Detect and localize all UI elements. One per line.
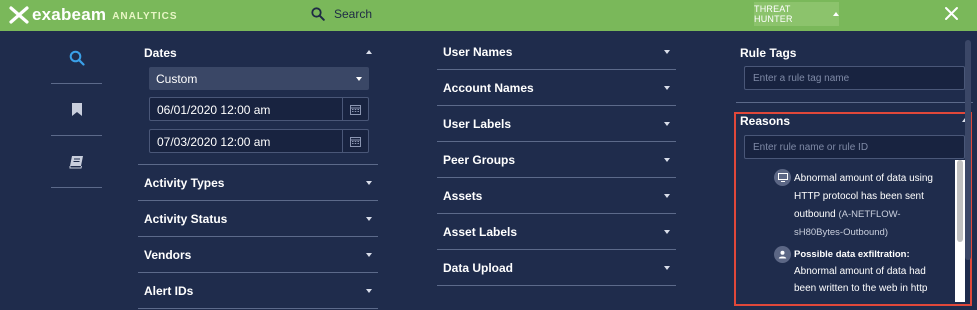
- chevron-down-icon: [664, 266, 670, 270]
- reason-name-end: outbound: [794, 209, 836, 220]
- close-icon[interactable]: [944, 6, 959, 21]
- section-label: Data Upload: [443, 260, 514, 275]
- section-label: Vendors: [144, 247, 192, 262]
- section-label: Alert IDs: [144, 283, 194, 298]
- reason-list: Abnormal amount of data using HTTP proto…: [744, 160, 966, 302]
- logo[interactable]: exabeam ANALYTICS: [8, 5, 178, 25]
- end-date-field[interactable]: 07/03/2020 12:00 am: [149, 129, 369, 153]
- section-vendors[interactable]: Vendors: [138, 237, 378, 273]
- section-user-labels[interactable]: User Labels: [437, 106, 676, 142]
- chevron-down-icon: [664, 122, 670, 126]
- calendar-icon[interactable]: [342, 130, 368, 152]
- chevron-down-icon: [664, 86, 670, 90]
- chevron-down-icon: [366, 289, 372, 293]
- reason-rule-id: sH80Bytes-Outbound): [794, 227, 888, 238]
- end-date-value: 07/03/2020 12:00 am: [157, 135, 271, 149]
- start-date-value: 06/01/2020 12:00 am: [157, 103, 271, 117]
- reason-rule-id: (A-NETFLOW-: [838, 209, 901, 220]
- section-label: Assets: [443, 188, 483, 203]
- rule-tags-title[interactable]: Rule Tags: [740, 46, 796, 60]
- reasons-title[interactable]: Reasons: [740, 114, 790, 128]
- section-asset-labels[interactable]: Asset Labels: [437, 214, 676, 250]
- start-date-field[interactable]: 06/01/2020 12:00 am: [149, 97, 369, 121]
- reason-search-input[interactable]: [744, 135, 965, 159]
- date-range-select[interactable]: Custom: [149, 67, 369, 90]
- collapse-icon[interactable]: [366, 50, 372, 54]
- search-label[interactable]: Search: [334, 7, 372, 21]
- list-item[interactable]: Abnormal amount of data using HTTP proto…: [794, 170, 966, 242]
- section-user-names[interactable]: User Names: [437, 34, 676, 70]
- panel-scrollbar[interactable]: [965, 40, 971, 260]
- section-label: Asset Labels: [443, 224, 518, 239]
- top-bar: exabeam ANALYTICS Search THREAT HUNTER: [0, 0, 977, 31]
- brand-name: exabeam: [32, 5, 107, 24]
- bookmark-icon: [71, 103, 82, 116]
- section-activity-types[interactable]: Activity Types: [138, 165, 378, 201]
- exabeam-logo-icon: [9, 6, 29, 24]
- search-icon: [69, 50, 85, 66]
- reason-search-field[interactable]: [745, 136, 964, 158]
- rule-tag-input[interactable]: [744, 66, 965, 90]
- reason-body-line: been written to the web in http: [794, 283, 928, 294]
- reason-body-line: Abnormal amount of data had: [794, 266, 926, 277]
- reason-name-line: HTTP protocol has been sent: [794, 191, 924, 202]
- reason-title: Possible data exfiltration:: [794, 249, 910, 260]
- chevron-down-icon: [664, 194, 670, 198]
- book-icon: [69, 155, 83, 168]
- section-alert-ids[interactable]: Alert IDs: [138, 273, 378, 309]
- chevron-down-icon: [356, 77, 362, 81]
- section-label: Activity Status: [144, 211, 228, 226]
- brand-subtitle: ANALYTICS: [112, 11, 178, 22]
- rule-tag-field[interactable]: [745, 67, 964, 89]
- calendar-icon[interactable]: [342, 98, 368, 120]
- reason-scrollbar-thumb[interactable]: [957, 160, 963, 242]
- chevron-down-icon: [664, 50, 670, 54]
- section-assets[interactable]: Assets: [437, 178, 676, 214]
- dates-title[interactable]: Dates: [144, 46, 177, 60]
- reason-name-line: Abnormal amount of data using: [794, 173, 933, 184]
- section-activity-status[interactable]: Activity Status: [138, 201, 378, 237]
- chevron-down-icon: [366, 181, 372, 185]
- section-account-names[interactable]: Account Names: [437, 70, 676, 106]
- section-label: Peer Groups: [443, 152, 516, 167]
- chevron-down-icon: [664, 230, 670, 234]
- chevron-down-icon: [664, 158, 670, 162]
- section-label: User Names: [443, 44, 513, 59]
- rail-search-tab[interactable]: [51, 32, 102, 84]
- threat-hunter-button[interactable]: THREAT HUNTER: [754, 2, 839, 26]
- section-label: Account Names: [443, 80, 534, 95]
- reason-name-line: outbound (A-NETFLOW-: [794, 206, 966, 224]
- section-label: User Labels: [443, 116, 512, 131]
- caret-up-icon: [833, 12, 839, 16]
- section-label: Activity Types: [144, 175, 225, 190]
- user-icon: [774, 246, 791, 263]
- chevron-down-icon: [366, 253, 372, 257]
- divider: [736, 102, 973, 103]
- computer-icon: [774, 169, 791, 186]
- search-icon[interactable]: [311, 7, 325, 21]
- chevron-down-icon: [366, 217, 372, 221]
- section-data-upload[interactable]: Data Upload: [437, 250, 676, 286]
- list-item[interactable]: Possible data exfiltration: Abnormal amo…: [794, 246, 966, 297]
- date-range-value: Custom: [156, 72, 198, 86]
- threat-hunter-label: THREAT HUNTER: [754, 4, 793, 24]
- rail-bookmark-tab[interactable]: [51, 84, 102, 136]
- section-peer-groups[interactable]: Peer Groups: [437, 142, 676, 178]
- rail-library-tab[interactable]: [51, 136, 102, 188]
